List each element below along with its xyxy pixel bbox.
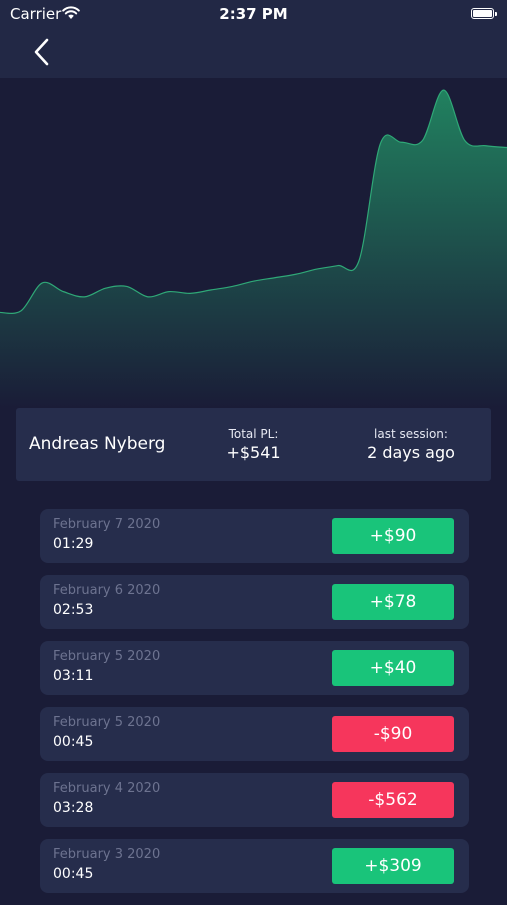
session-date: February 5 2020: [53, 715, 161, 730]
last-session-label: last session:: [374, 427, 448, 441]
session-row[interactable]: February 6 2020 02:53 +$78: [40, 575, 469, 629]
total-pl-label: Total PL:: [228, 427, 279, 441]
chart-area-fill: [0, 90, 507, 408]
session-date: February 4 2020: [53, 781, 161, 796]
session-row[interactable]: February 5 2020 00:45 -$90: [40, 707, 469, 761]
session-duration: 00:45: [53, 734, 94, 750]
chevron-left-icon: [34, 38, 49, 66]
back-button[interactable]: [26, 36, 60, 70]
summary-card: Andreas Nyberg Total PL: +$541 last sess…: [16, 408, 491, 481]
session-row[interactable]: February 4 2020 03:28 -$562: [40, 773, 469, 827]
session-pl-badge[interactable]: +$90: [332, 518, 454, 554]
session-pl-badge[interactable]: -$562: [332, 782, 454, 818]
session-duration: 02:53: [53, 602, 94, 618]
total-pl-value: +$541: [226, 443, 281, 462]
session-date: February 7 2020: [53, 517, 161, 532]
navigation-bar: [0, 28, 507, 78]
status-bar: Carrier 2:37 PM: [0, 0, 507, 28]
session-duration: 03:28: [53, 800, 94, 816]
user-name: Andreas Nyberg: [29, 434, 166, 454]
session-row[interactable]: February 5 2020 03:11 +$40: [40, 641, 469, 695]
session-list: February 7 2020 01:29 +$90 February 6 20…: [40, 509, 469, 905]
pl-area-chart: [0, 89, 507, 408]
session-duration: 00:45: [53, 866, 94, 882]
last-session-value: 2 days ago: [367, 443, 455, 462]
battery-icon: [471, 8, 497, 19]
session-row[interactable]: February 7 2020 01:29 +$90: [40, 509, 469, 563]
session-pl-badge[interactable]: +$40: [332, 650, 454, 686]
session-pl-badge[interactable]: +$309: [332, 848, 454, 884]
session-date: February 3 2020: [53, 847, 161, 862]
session-date: February 6 2020: [53, 583, 161, 598]
session-row[interactable]: February 3 2020 00:45 +$309: [40, 839, 469, 893]
session-pl-badge[interactable]: -$90: [332, 716, 454, 752]
session-duration: 03:11: [53, 668, 94, 684]
session-duration: 01:29: [53, 536, 94, 552]
session-date: February 5 2020: [53, 649, 161, 664]
status-time: 2:37 PM: [219, 5, 288, 23]
session-pl-badge[interactable]: +$78: [332, 584, 454, 620]
